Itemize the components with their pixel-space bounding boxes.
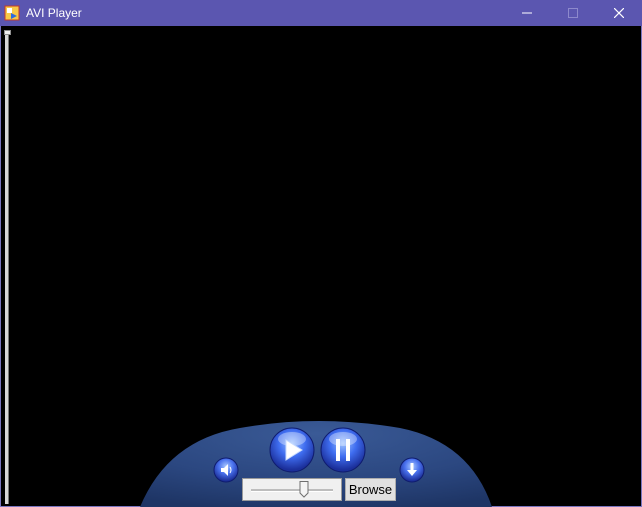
volume-slider-track [251, 489, 333, 492]
volume-slider[interactable] [242, 478, 342, 501]
seek-slider-thumb[interactable] [4, 30, 11, 35]
app-icon [4, 5, 20, 21]
window-title: AVI Player [26, 6, 82, 20]
window-border-left [0, 26, 1, 507]
maximize-button[interactable] [550, 0, 596, 26]
title-bar[interactable]: AVI Player [0, 0, 642, 26]
minimize-button[interactable] [504, 0, 550, 26]
play-button[interactable] [269, 427, 315, 473]
volume-button[interactable] [213, 457, 239, 483]
download-button[interactable] [399, 457, 425, 483]
seek-slider-track [5, 30, 9, 504]
volume-slider-thumb[interactable] [299, 481, 309, 498]
browse-button[interactable]: Browse [345, 478, 396, 501]
seek-slider[interactable] [4, 30, 11, 504]
close-button[interactable] [596, 0, 642, 26]
pause-button[interactable] [320, 427, 366, 473]
